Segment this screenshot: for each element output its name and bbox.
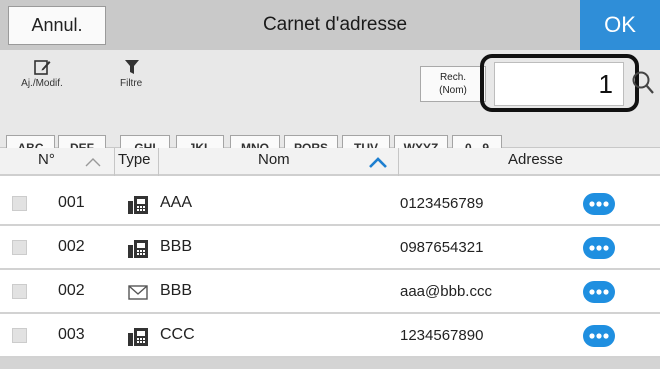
- top-bar: Annul. Carnet d'adresse OK: [0, 0, 660, 50]
- sort-up-icon: [85, 158, 101, 167]
- filter-button[interactable]: Filtre: [112, 58, 152, 89]
- row-name: CCC: [160, 326, 195, 343]
- search-by-name-button[interactable]: Rech. (Nom): [420, 66, 486, 102]
- table-row[interactable]: 002 BBB aaa@bbb.ccc: [0, 270, 660, 314]
- column-header-number-label: N°: [38, 151, 55, 168]
- row-address: 0123456789: [400, 195, 484, 212]
- column-header-address: Adresse: [398, 148, 660, 176]
- edit-label: Aj./Modif.: [21, 78, 63, 89]
- row-name: AAA: [160, 194, 193, 211]
- filter-label: Filtre: [120, 78, 143, 89]
- row-checkbox[interactable]: [12, 240, 27, 255]
- fax-icon: [128, 328, 148, 346]
- edit-button[interactable]: Aj./Modif.: [12, 58, 72, 89]
- table-row[interactable]: 002 BBB 0987654321: [0, 226, 660, 270]
- more-details-button[interactable]: [582, 236, 616, 260]
- table-header: N° Type Nom Adresse: [0, 148, 660, 176]
- search-icon[interactable]: [631, 70, 655, 96]
- search-highlight-outline: [480, 54, 639, 112]
- row-name: BBB: [160, 282, 193, 299]
- toolbar: Aj./Modif. Filtre Rech. (Nom) 1 ABC DEF …: [0, 50, 660, 161]
- column-header-name[interactable]: Nom: [158, 148, 398, 176]
- row-address: 1234567890: [400, 327, 484, 344]
- table-row[interactable]: 001 AAA 0123456789: [0, 182, 660, 226]
- search-label-line1: Rech.: [439, 72, 467, 83]
- ok-button[interactable]: OK: [580, 0, 660, 50]
- row-address: 0987654321: [400, 239, 484, 256]
- row-number: 001: [58, 194, 85, 211]
- cancel-button[interactable]: Annul.: [8, 6, 106, 45]
- fax-icon: [128, 240, 148, 258]
- sort-up-active-icon: [369, 157, 387, 168]
- row-checkbox[interactable]: [12, 196, 27, 211]
- more-details-button[interactable]: [582, 280, 616, 304]
- edit-icon: [34, 60, 51, 75]
- search-label-line2: (Nom): [439, 85, 467, 96]
- list-footer: [0, 358, 660, 369]
- column-header-number[interactable]: N°: [0, 148, 114, 176]
- page-title: Carnet d'adresse: [262, 14, 408, 35]
- column-header-type[interactable]: Type: [114, 148, 158, 176]
- row-number: 002: [58, 282, 85, 299]
- column-header-address-label: Adresse: [508, 151, 564, 168]
- row-number: 002: [58, 238, 85, 255]
- more-details-button[interactable]: [582, 192, 616, 216]
- row-checkbox[interactable]: [12, 328, 27, 343]
- more-details-button[interactable]: [582, 324, 616, 348]
- row-name: BBB: [160, 238, 193, 255]
- row-address: aaa@bbb.ccc: [400, 283, 492, 300]
- column-header-type-label: Type: [118, 151, 151, 168]
- column-header-name-label: Nom: [258, 151, 290, 168]
- fax-icon: [128, 196, 148, 214]
- table-row[interactable]: 003 CCC 1234567890: [0, 314, 660, 358]
- email-icon: [128, 285, 148, 300]
- row-number: 003: [58, 326, 85, 343]
- filter-icon: [125, 60, 139, 74]
- row-checkbox[interactable]: [12, 284, 27, 299]
